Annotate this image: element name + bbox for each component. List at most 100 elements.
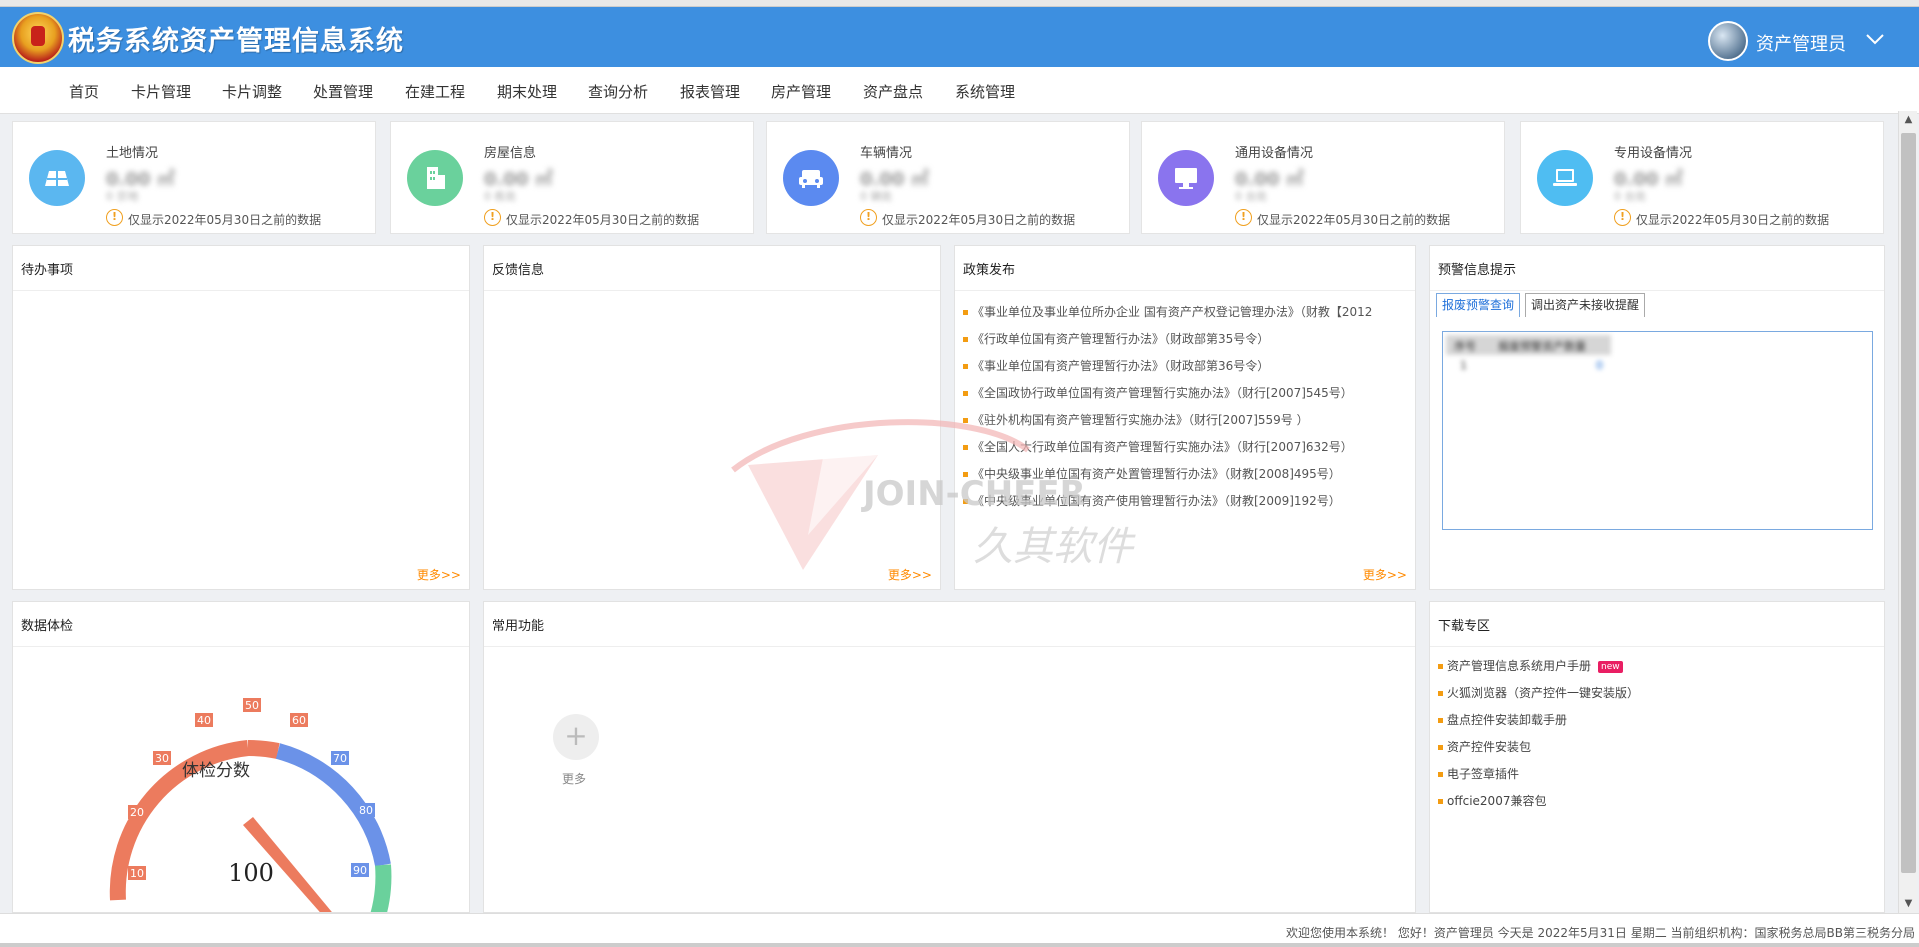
more-link[interactable]: 更多>> (1363, 566, 1407, 583)
app-window: 税务系统资产管理信息系统 资产管理员 首页 卡片管理 卡片调整 处置管理 在建工… (0, 0, 1919, 947)
nav-property-management[interactable]: 房产管理 (771, 81, 831, 102)
nav-home[interactable]: 首页 (69, 81, 99, 102)
gauge-tick-label: 70 (333, 752, 347, 765)
download-link[interactable]: 火狐浏览器（资产控件一键安装版） (1447, 686, 1639, 700)
tab-scrap-warning-query[interactable]: 报废预警查询 (1436, 293, 1521, 317)
stat-card-special-equipment[interactable]: 专用设备情况 0.00 ㎡ 0 台处 ! 仅显示2022年05月30日之前的数据 (1520, 121, 1884, 234)
horizontal-scrollbar[interactable] (0, 943, 1919, 947)
bullet-icon (963, 310, 968, 315)
nav-report-management[interactable]: 报表管理 (680, 81, 740, 102)
chevron-down-icon[interactable] (1864, 29, 1886, 49)
download-item[interactable]: 盘点控件安装卸载手册 (1438, 709, 1639, 736)
app-title: 税务系统资产管理信息系统 (68, 26, 404, 57)
info-warning-icon: ! (106, 209, 123, 226)
download-item[interactable]: 电子签章插件 (1438, 763, 1639, 790)
download-link[interactable]: 盘点控件安装卸载手册 (1447, 713, 1567, 727)
download-link[interactable]: 资产管理信息系统用户手册 (1447, 659, 1591, 673)
info-warning-icon: ! (1614, 209, 1631, 226)
add-shortcut-button[interactable]: + (553, 714, 599, 760)
stat-card-land[interactable]: 土地情况 0.00 ㎡ 0 宗地 ! 仅显示2022年05月30日之前的数据 (12, 121, 376, 234)
policy-item[interactable]: 《全国政协行政单位国有资产管理暂行实施办法》（财行[2007]545号） (963, 382, 1411, 409)
download-item[interactable]: 火狐浏览器（资产控件一键安装版） (1438, 682, 1639, 709)
bullet-icon (963, 445, 968, 450)
stat-card-vehicle[interactable]: 车辆情况 0.00 ㎡ 0 辆处 ! 仅显示2022年05月30日之前的数据 (766, 121, 1130, 234)
health-gauge: 0 10 20 30 40 50 60 70 80 90 100 体检分数 10… (109, 698, 392, 912)
laptop-icon (1537, 150, 1593, 206)
policy-link[interactable]: 《全国政协行政单位国有资产管理暂行实施办法》（财行[2007]545号） (972, 386, 1353, 400)
policy-link[interactable]: 《事业单位及事业单位所办企业 国有资产产权登记管理办法》（财教【2012 (972, 305, 1372, 319)
stat-title: 土地情况 (106, 146, 159, 161)
download-link[interactable]: offcie2007兼容包 (1447, 794, 1546, 808)
policy-link[interactable]: 《驻外机构国有资产管理暂行实施办法》（财行[2007]559号 ） (972, 413, 1309, 427)
table-cell-count[interactable]: 0 (1596, 359, 1603, 372)
vehicle-icon (783, 150, 839, 206)
policy-item[interactable]: 《中央级事业单位国有资产处置管理暂行办法》（财教[2008]495号） (963, 463, 1411, 490)
policy-link[interactable]: 《中央级事业单位国有资产使用管理暂行办法》（财教[2009]192号） (972, 494, 1341, 508)
download-link[interactable]: 资产控件安装包 (1447, 740, 1531, 754)
more-link[interactable]: 更多>> (417, 566, 461, 583)
gauge-tick-label: 40 (197, 714, 211, 727)
panel-title: 反馈信息 (492, 263, 545, 278)
scroll-up-icon[interactable]: ▲ (1903, 115, 1914, 125)
tax-emblem-logo (12, 12, 64, 64)
stat-note: 仅显示2022年05月30日之前的数据 (506, 213, 700, 227)
download-item[interactable]: 资产控件安装包 (1438, 736, 1639, 763)
policy-link[interactable]: 《事业单位国有资产管理暂行办法》（财政部第36号令） (972, 359, 1269, 373)
policy-item[interactable]: 《事业单位国有资产管理暂行办法》（财政部第36号令） (963, 355, 1411, 382)
bullet-icon (963, 391, 968, 396)
stat-title: 车辆情况 (860, 146, 913, 161)
stat-card-general-equipment[interactable]: 通用设备情况 0.00 ㎡ 0 台处 ! 仅显示2022年05月30日之前的数据 (1141, 121, 1505, 234)
download-item[interactable]: offcie2007兼容包 (1438, 790, 1639, 817)
policy-item[interactable]: 《事业单位及事业单位所办企业 国有资产产权登记管理办法》（财教【2012 (963, 301, 1411, 328)
policy-link[interactable]: 《全国人大行政单位国有资产管理暂行实施办法》（财行[2007]632号） (972, 440, 1353, 454)
policy-panel: 政策发布 《事业单位及事业单位所办企业 国有资产产权登记管理办法》（财教【201… (954, 245, 1416, 590)
nav-system-management[interactable]: 系统管理 (955, 81, 1015, 102)
panel-title: 待办事项 (21, 263, 74, 278)
bullet-icon (1438, 718, 1443, 723)
bullet-icon (1438, 745, 1443, 750)
vertical-scrollbar[interactable]: ▲ ▼ (1898, 111, 1917, 913)
nav-card-adjustment[interactable]: 卡片调整 (222, 81, 282, 102)
gauge-score: 100 (228, 859, 274, 887)
bullet-icon (963, 418, 968, 423)
download-panel: 下载专区 资产管理信息系统用户手册 new 火狐浏览器（资产控件一键安装版） 盘点… (1429, 601, 1885, 913)
status-bar: 欢迎您使用本系统！ 您好！资产管理员 今天是 2022年5月31日 星期二 当前… (0, 913, 1919, 947)
land-icon (29, 150, 85, 206)
gauge-tick-label: 30 (155, 752, 169, 765)
scrollbar-thumb[interactable] (1901, 133, 1916, 873)
nav-disposal-management[interactable]: 处置管理 (313, 81, 373, 102)
feedback-panel: 反馈信息 更多>> (483, 245, 941, 590)
tab-transfer-not-received[interactable]: 调出资产未接收提醒 (1525, 293, 1646, 317)
nav-construction-in-progress[interactable]: 在建工程 (405, 81, 465, 102)
gauge-tick-label: 90 (353, 864, 367, 877)
download-link[interactable]: 电子签章插件 (1447, 767, 1519, 781)
nav-period-end[interactable]: 期末处理 (497, 81, 557, 102)
policy-item[interactable]: 《驻外机构国有资产管理暂行实施办法》（财行[2007]559号 ） (963, 409, 1411, 436)
policy-item[interactable]: 《行政单位国有资产管理暂行办法》（财政部第35号令） (963, 328, 1411, 355)
policy-link[interactable]: 《中央级事业单位国有资产处置管理暂行办法》（财教[2008]495号） (972, 467, 1341, 481)
bullet-icon (963, 499, 968, 504)
download-item[interactable]: 资产管理信息系统用户手册 new (1438, 655, 1639, 682)
stat-note: 仅显示2022年05月30日之前的数据 (882, 213, 1076, 227)
user-avatar[interactable] (1708, 21, 1748, 61)
policy-link[interactable]: 《行政单位国有资产管理暂行办法》（财政部第35号令） (972, 332, 1269, 346)
scroll-down-icon[interactable]: ▼ (1903, 899, 1914, 909)
stat-note: 仅显示2022年05月30日之前的数据 (128, 213, 322, 227)
gauge-tick-label: 20 (130, 806, 144, 819)
stat-sub: 0 宗地 (106, 190, 139, 203)
policy-item[interactable]: 《全国人大行政单位国有资产管理暂行实施办法》（财行[2007]632号） (963, 436, 1411, 463)
panel-header (484, 246, 940, 291)
stat-title: 通用设备情况 (1235, 146, 1314, 161)
common-functions-panel: 常用功能 (483, 601, 1416, 913)
user-name[interactable]: 资产管理员 (1756, 30, 1846, 56)
stat-sub: 0 台处 (1235, 190, 1268, 203)
stat-sub: 0 辆处 (860, 190, 893, 203)
nav-card-management[interactable]: 卡片管理 (131, 81, 191, 102)
nav-query-analysis[interactable]: 查询分析 (588, 81, 648, 102)
nav-asset-inventory[interactable]: 资产盘点 (863, 81, 923, 102)
bullet-icon (963, 364, 968, 369)
more-link[interactable]: 更多>> (888, 566, 932, 583)
stat-card-building[interactable]: 房屋信息 0.00 ㎡ 0 栋处 ! 仅显示2022年05月30日之前的数据 (390, 121, 754, 234)
policy-item[interactable]: 《中央级事业单位国有资产使用管理暂行办法》（财教[2009]192号） (963, 490, 1411, 517)
gauge-label: 体检分数 (182, 761, 250, 781)
